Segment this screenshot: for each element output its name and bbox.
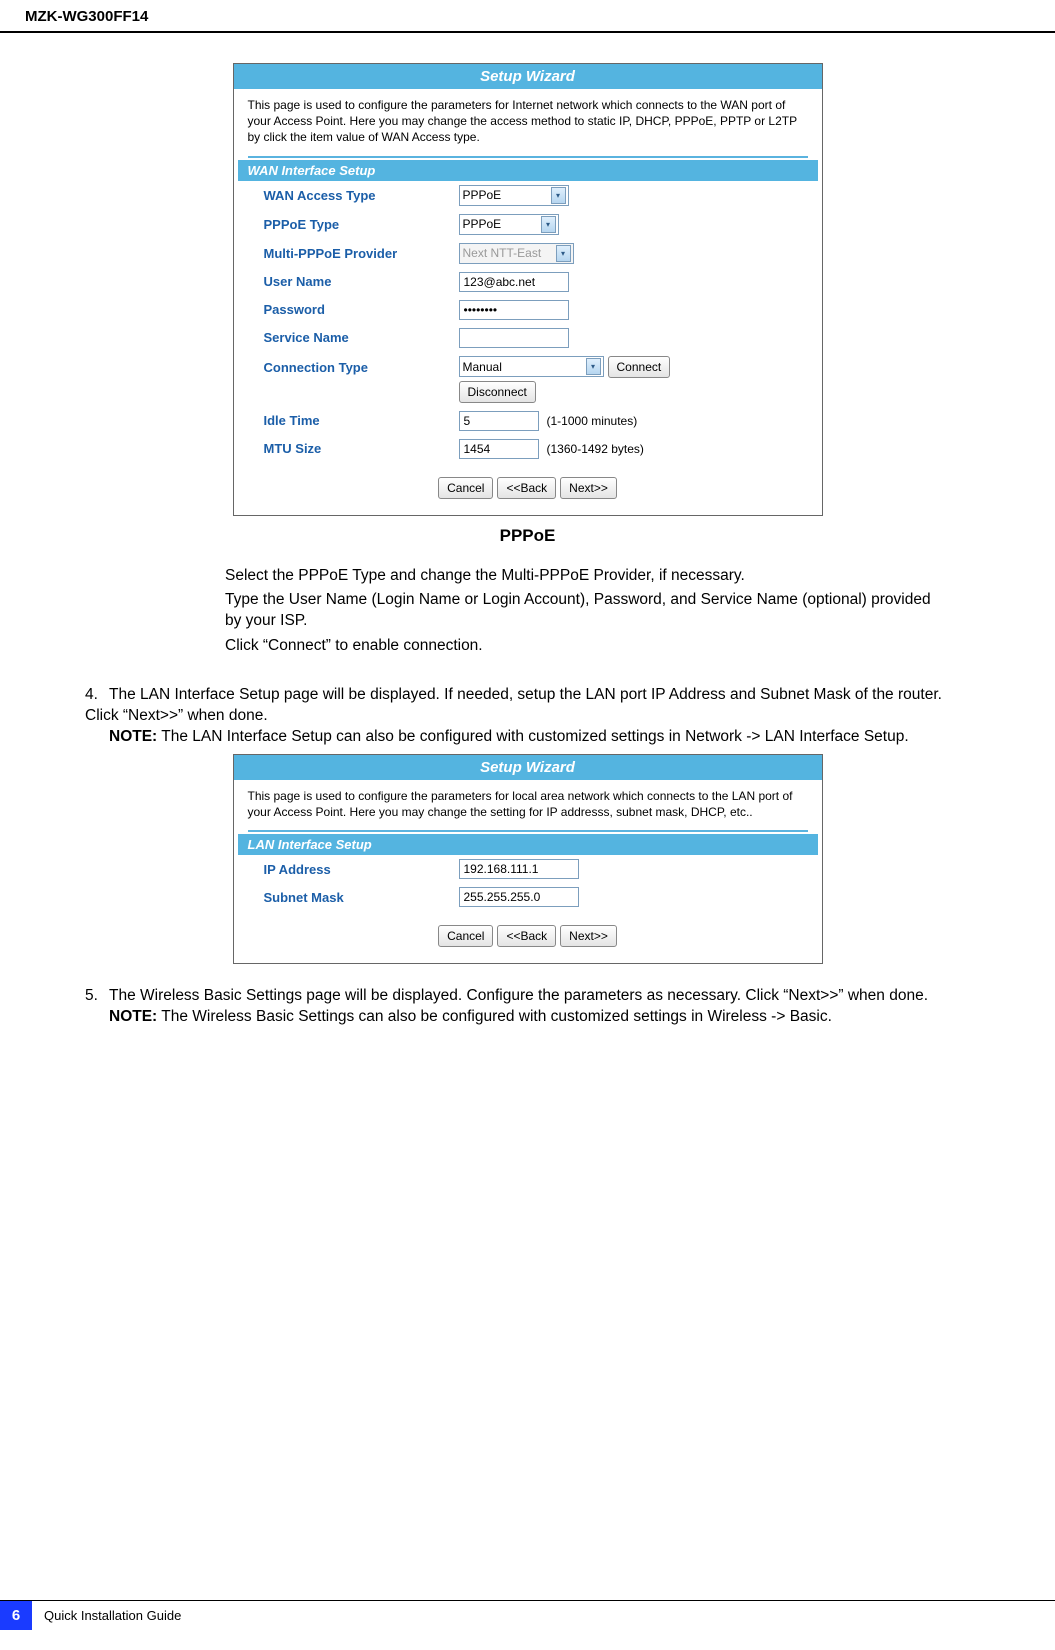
select-pppoe-type[interactable]: PPPoE ▾ xyxy=(459,214,559,235)
instruction-paragraph: Click “Connect” to enable connection. xyxy=(225,636,935,657)
next-button[interactable]: Next>> xyxy=(560,925,617,947)
hint-mtu-size: (1360-1492 bytes) xyxy=(547,442,644,456)
label-password: Password xyxy=(264,302,459,317)
input-mtu-size[interactable] xyxy=(459,439,539,459)
input-ip-address[interactable] xyxy=(459,859,579,879)
screenshot-lan-setup: Setup Wizard This page is used to config… xyxy=(233,754,823,964)
chevron-down-icon: ▾ xyxy=(586,358,601,375)
back-button[interactable]: <<Back xyxy=(497,925,556,947)
wizard-title: Setup Wizard xyxy=(234,64,822,89)
input-subnet-mask[interactable] xyxy=(459,887,579,907)
note-label: NOTE: xyxy=(109,728,157,745)
select-multi-pppoe-provider[interactable]: Next NTT-East ▾ xyxy=(459,243,574,264)
pppoe-instructions: Select the PPPoE Type and change the Mul… xyxy=(225,566,935,658)
label-ip-address: IP Address xyxy=(264,862,459,877)
cancel-button[interactable]: Cancel xyxy=(438,925,493,947)
back-button[interactable]: <<Back xyxy=(497,477,556,499)
label-pppoe-type: PPPoE Type xyxy=(264,217,459,232)
label-service-name: Service Name xyxy=(264,330,459,345)
row-wan-access-type: WAN Access Type PPPoE ▾ xyxy=(234,181,822,210)
row-ip-address: IP Address xyxy=(234,855,822,883)
step-number: 4. xyxy=(85,685,109,706)
input-service-name[interactable] xyxy=(459,328,569,348)
footer-title: Quick Installation Guide xyxy=(32,1601,181,1630)
label-idle-time: Idle Time xyxy=(264,413,459,428)
step-text: The LAN Interface Setup page will be dis… xyxy=(85,686,942,724)
row-subnet-mask: Subnet Mask xyxy=(234,883,822,911)
note-text: The Wireless Basic Settings can also be … xyxy=(157,1008,832,1025)
row-connection-type: Connection Type Manual ▾ Connect Disconn… xyxy=(234,352,822,407)
next-button[interactable]: Next>> xyxy=(560,477,617,499)
chevron-down-icon: ▾ xyxy=(541,216,556,233)
doc-header: MZK-WG300FF14 xyxy=(0,0,1055,33)
row-multi-pppoe-provider: Multi-PPPoE Provider Next NTT-East ▾ xyxy=(234,239,822,268)
label-subnet-mask: Subnet Mask xyxy=(264,890,459,905)
label-mtu-size: MTU Size xyxy=(264,441,459,456)
row-idle-time: Idle Time (1-1000 minutes) xyxy=(234,407,822,435)
chevron-down-icon: ▾ xyxy=(551,187,566,204)
chevron-down-icon: ▾ xyxy=(556,245,571,262)
select-wan-access-type[interactable]: PPPoE ▾ xyxy=(459,185,569,206)
input-idle-time[interactable] xyxy=(459,411,539,431)
input-user-name[interactable] xyxy=(459,272,569,292)
section-wan-interface: WAN Interface Setup xyxy=(238,160,818,181)
note-text: The LAN Interface Setup can also be conf… xyxy=(157,728,908,745)
instruction-paragraph: Select the PPPoE Type and change the Mul… xyxy=(225,566,935,587)
page-footer: 6 Quick Installation Guide xyxy=(0,1600,1055,1630)
row-mtu-size: MTU Size (1360-1492 bytes) xyxy=(234,435,822,463)
divider xyxy=(248,830,808,832)
select-connection-type[interactable]: Manual ▾ xyxy=(459,356,604,377)
section-lan-interface: LAN Interface Setup xyxy=(238,834,818,855)
row-user-name: User Name xyxy=(234,268,822,296)
row-service-name: Service Name xyxy=(234,324,822,352)
step-5: 5.The Wireless Basic Settings page will … xyxy=(85,986,970,1028)
step-4: 4.The LAN Interface Setup page will be d… xyxy=(85,685,970,748)
label-multi-pppoe-provider: Multi-PPPoE Provider xyxy=(264,246,459,261)
instruction-paragraph: Type the User Name (Login Name or Login … xyxy=(225,590,935,632)
screenshot-caption-pppoe: PPPoE xyxy=(50,526,1005,546)
cancel-button[interactable]: Cancel xyxy=(438,477,493,499)
page-number: 6 xyxy=(0,1601,32,1630)
wizard-footer-buttons: Cancel <<Back Next>> xyxy=(234,463,822,515)
wizard-title: Setup Wizard xyxy=(234,755,822,780)
disconnect-button[interactable]: Disconnect xyxy=(459,381,536,403)
screenshot-wan-setup: Setup Wizard This page is used to config… xyxy=(233,63,823,516)
row-pppoe-type: PPPoE Type PPPoE ▾ xyxy=(234,210,822,239)
label-connection-type: Connection Type xyxy=(264,356,459,375)
step-text: The Wireless Basic Settings page will be… xyxy=(109,987,928,1004)
row-password: Password xyxy=(234,296,822,324)
note-label: NOTE: xyxy=(109,1008,157,1025)
page-content: Setup Wizard This page is used to config… xyxy=(0,33,1055,1028)
wizard-description: This page is used to configure the param… xyxy=(234,780,822,830)
input-password[interactable] xyxy=(459,300,569,320)
model-number: MZK-WG300FF14 xyxy=(25,8,148,25)
label-wan-access-type: WAN Access Type xyxy=(264,188,459,203)
wizard-description: This page is used to configure the param… xyxy=(234,89,822,156)
divider xyxy=(248,156,808,158)
step-number: 5. xyxy=(85,986,109,1007)
connect-button[interactable]: Connect xyxy=(608,356,671,378)
wizard-footer-buttons: Cancel <<Back Next>> xyxy=(234,911,822,963)
label-user-name: User Name xyxy=(264,274,459,289)
hint-idle-time: (1-1000 minutes) xyxy=(547,414,638,428)
